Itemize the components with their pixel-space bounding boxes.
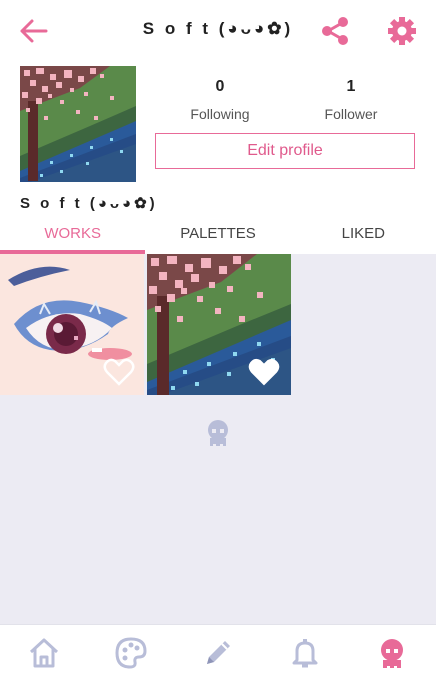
nav-notifications[interactable]: [262, 625, 349, 681]
palette-icon: [115, 637, 147, 669]
works-grid: [0, 254, 436, 624]
tab-liked[interactable]: LIKED: [291, 218, 436, 254]
bell-icon: [292, 639, 318, 668]
follower-stat[interactable]: 1 Follower: [291, 78, 411, 122]
gear-icon: [388, 17, 416, 45]
settings-button[interactable]: [384, 14, 420, 48]
pencil-icon: [207, 641, 230, 664]
follower-count: 1: [346, 78, 356, 95]
nav-profile[interactable]: [349, 625, 436, 681]
follower-label: Follower: [324, 106, 378, 122]
bottom-navigation: [0, 624, 436, 681]
following-label: Following: [190, 106, 250, 122]
top-bar: S o f t (◕ᴗ◕✿): [0, 0, 436, 62]
home-icon: [29, 638, 58, 668]
tab-works[interactable]: WORKS: [0, 218, 146, 254]
nav-home[interactable]: [0, 625, 87, 681]
work-thumbnail[interactable]: [147, 254, 291, 395]
username: S o f t (◕ᴗ◕✿): [20, 195, 158, 212]
following-stat[interactable]: 0 Following: [160, 78, 280, 122]
heart-outline-icon[interactable]: [103, 357, 135, 387]
nav-draw[interactable]: [174, 625, 261, 681]
share-button[interactable]: [318, 14, 352, 48]
page-title: S o f t (◕ᴗ◕✿): [142, 19, 294, 38]
edit-profile-button[interactable]: Edit profile: [155, 133, 415, 169]
loading-mascot-icon: [208, 420, 228, 447]
work-thumbnail[interactable]: [0, 254, 144, 395]
heart-filled-icon[interactable]: [248, 357, 280, 387]
following-count: 0: [215, 78, 225, 95]
nav-palette[interactable]: [87, 625, 174, 681]
profile-icon: [381, 639, 404, 669]
tab-palettes[interactable]: PALETTES: [145, 218, 290, 254]
avatar-artwork: [20, 66, 136, 182]
profile-tabs: WORKS PALETTES LIKED: [0, 218, 436, 254]
avatar[interactable]: [20, 66, 136, 182]
share-icon: [322, 17, 348, 45]
